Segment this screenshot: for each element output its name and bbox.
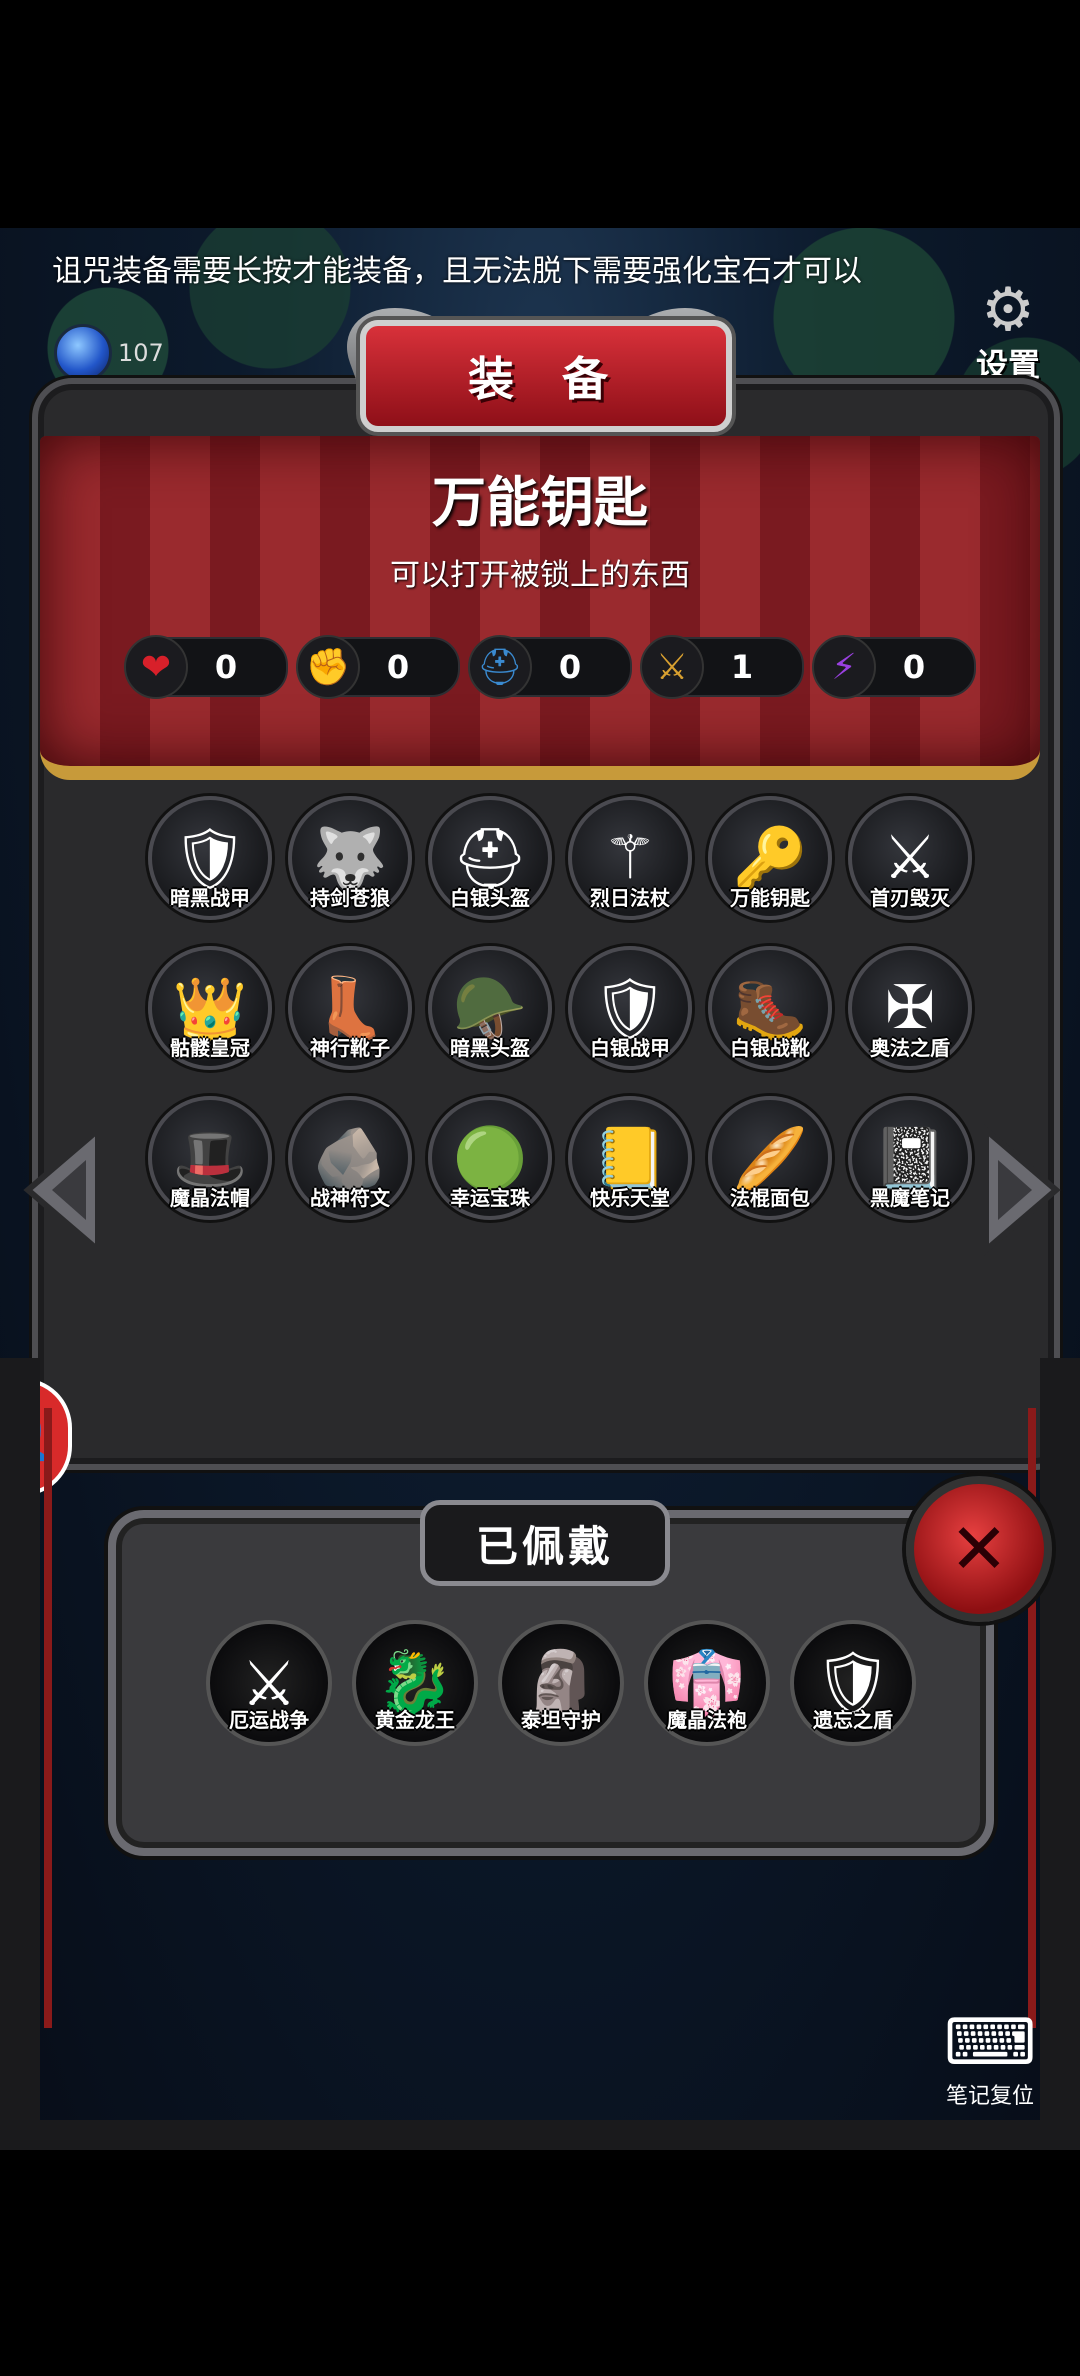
stat-1: ✊ 0	[296, 635, 470, 699]
gem-count: 107	[118, 339, 164, 367]
inventory-slot[interactable]: 🪨 战神符文	[280, 1096, 420, 1246]
inventory-slot[interactable]: 🔑 万能钥匙	[700, 796, 840, 946]
inventory-grid: 🛡 暗黑战甲 🐺 持剑苍狼 ⛑ 白银头盔 ⚚ 烈日法杖 🔑 万能钥匙 ⚔ 首刃毁灭 👑 骷髅皇冠 👢 神行靴子…	[140, 796, 980, 1246]
stat-value: 0	[902, 648, 926, 686]
next-page-arrow[interactable]	[976, 1120, 1066, 1260]
inventory-slot[interactable]: ⚚ 烈日法杖	[560, 796, 700, 946]
equipped-title: 已佩戴	[475, 1521, 614, 1571]
inventory-slot[interactable]: 🪖 暗黑头盔	[420, 946, 560, 1096]
sword-icon: ⚔	[640, 635, 704, 699]
close-icon: ✕	[949, 1508, 1009, 1590]
inventory-slot[interactable]: 👑 骷髅皇冠	[140, 946, 280, 1096]
stat-value: 0	[386, 648, 410, 686]
lightning-icon: ⚡	[812, 635, 876, 699]
stat-2: ⛑ 0	[468, 635, 642, 699]
equipped-slot-label: 黄金龙王	[375, 1708, 455, 1732]
notebook-icon: ⌨	[943, 2006, 1037, 2080]
inventory-slot[interactable]: ⛑ 白银头盔	[420, 796, 560, 946]
equipped-slot-label: 遗忘之盾	[813, 1708, 893, 1732]
inventory-slot-label: 幸运宝珠	[450, 1186, 530, 1210]
inventory-slot-label: 黑魔笔记	[870, 1186, 950, 1210]
inventory-slot-label: 神行靴子	[310, 1036, 390, 1060]
equipped-slot[interactable]: 🛡 遗忘之盾	[780, 1620, 926, 1760]
stat-pill: ⚡ 0	[812, 635, 976, 699]
gear-icon: ⚙	[981, 275, 1035, 345]
inventory-slot-label: 奥法之盾	[870, 1036, 950, 1060]
equipped-slot[interactable]: 🗿 泰坦守护	[488, 1620, 634, 1760]
inventory-slot-label: 白银战靴	[730, 1036, 810, 1060]
inventory-slot[interactable]: 🛡 暗黑战甲	[140, 796, 280, 946]
inventory-slot-label: 魔晶法帽	[170, 1186, 250, 1210]
equipped-slot-label: 泰坦守护	[521, 1708, 601, 1732]
curse-notice: 诅咒装备需要长按才能装备，且无法脱下需要强化宝石才可以	[52, 254, 862, 289]
strength-icon: ✊	[296, 635, 360, 699]
stat-4: ⚡ 0	[812, 635, 986, 699]
stat-pill: ❤ 0	[124, 635, 288, 699]
stat-pill: ✊ 0	[296, 635, 460, 699]
inventory-slot-label: 万能钥匙	[730, 886, 810, 910]
left-red-stripe	[44, 1408, 52, 2028]
gem-icon	[54, 324, 112, 382]
inventory-slot[interactable]: 👢 神行靴子	[280, 946, 420, 1096]
inventory-slot[interactable]: ⚔ 首刃毁灭	[840, 796, 980, 946]
inventory-slot[interactable]: 📒 快乐天堂	[560, 1096, 700, 1246]
panel-title: 装 备	[467, 352, 624, 406]
heart-icon: ❤	[124, 635, 188, 699]
title-banner: 装 备	[360, 320, 732, 432]
gem-counter: 107	[54, 324, 164, 382]
stat-value: 0	[558, 648, 582, 686]
game-screen: 诅咒装备需要长按才能装备，且无法脱下需要强化宝石才可以 107 ⚙ 设置 装 备…	[0, 228, 1080, 2150]
stat-value: 0	[214, 648, 238, 686]
arrow-left-icon	[23, 1123, 101, 1257]
inventory-slot-label: 暗黑战甲	[170, 886, 250, 910]
inventory-slot-label: 烈日法杖	[590, 886, 670, 910]
settings-button[interactable]: ⚙ 设置	[958, 280, 1058, 386]
selected-item-name: 万能钥匙	[432, 471, 648, 534]
stat-value: 1	[730, 648, 754, 686]
inventory-slot[interactable]: 🟢 幸运宝珠	[420, 1096, 560, 1246]
inventory-slot-label: 战神符文	[310, 1186, 390, 1210]
stat-pill: ⛑ 0	[468, 635, 632, 699]
inventory-slot-label: 白银战甲	[590, 1036, 670, 1060]
inventory-slot[interactable]: 🥾 白银战靴	[700, 946, 840, 1096]
inventory-slot-label: 快乐天堂	[590, 1186, 670, 1210]
helmet-icon: ⛑	[468, 635, 532, 699]
equipped-banner: 已佩戴	[420, 1500, 670, 1586]
equipped-slot-label: 厄运战争	[229, 1708, 309, 1732]
inventory-slot-label: 首刃毁灭	[870, 886, 950, 910]
inventory-slot[interactable]: 🥖 法棍面包	[700, 1096, 840, 1246]
notebook-reset-button[interactable]: ⌨ 笔记复位	[940, 2008, 1040, 2110]
inventory-slot-label: 持剑苍狼	[310, 886, 390, 910]
inventory-slot[interactable]: 🐺 持剑苍狼	[280, 796, 420, 946]
inventory-slot[interactable]: ✠ 奥法之盾	[840, 946, 980, 1096]
inventory-slot[interactable]: 🛡 白银战甲	[560, 946, 700, 1096]
inventory-slot-label: 暗黑头盔	[450, 1036, 530, 1060]
reset-label: 笔记复位	[945, 2084, 1034, 2109]
equipped-slot[interactable]: ⚔ 厄运战争	[196, 1620, 342, 1760]
equipped-slot[interactable]: 👘 魔晶法袍	[634, 1620, 780, 1760]
inventory-slot-label: 白银头盔	[450, 886, 530, 910]
equipped-slot[interactable]: 🐉 黄金龙王	[342, 1620, 488, 1760]
prev-page-arrow[interactable]	[18, 1120, 108, 1260]
equipped-items: ⚔ 厄运战争 🐉 黄金龙王 🗿 泰坦守护 👘 魔晶法袍 🛡 遗忘之盾	[196, 1620, 926, 1760]
arrow-right-icon	[983, 1123, 1061, 1257]
inventory-slot-label: 骷髅皇冠	[170, 1036, 250, 1060]
inventory-slot[interactable]: 📓 黑魔笔记	[840, 1096, 980, 1246]
equipped-slot-label: 魔晶法袍	[667, 1708, 747, 1732]
stat-3: ⚔ 1	[640, 635, 814, 699]
stat-0: ❤ 0	[124, 635, 298, 699]
close-button[interactable]: ✕	[906, 1476, 1052, 1622]
inventory-slot[interactable]: 🎩 魔晶法帽	[140, 1096, 280, 1246]
inventory-slot-label: 法棍面包	[730, 1186, 810, 1210]
stat-bar: ❤ 0 ✊ 0 ⛑ 0 ⚔ 1 ⚡ 0	[124, 635, 986, 699]
stat-pill: ⚔ 1	[640, 635, 804, 699]
selected-item-description: 可以打开被锁上的东西	[390, 558, 690, 593]
